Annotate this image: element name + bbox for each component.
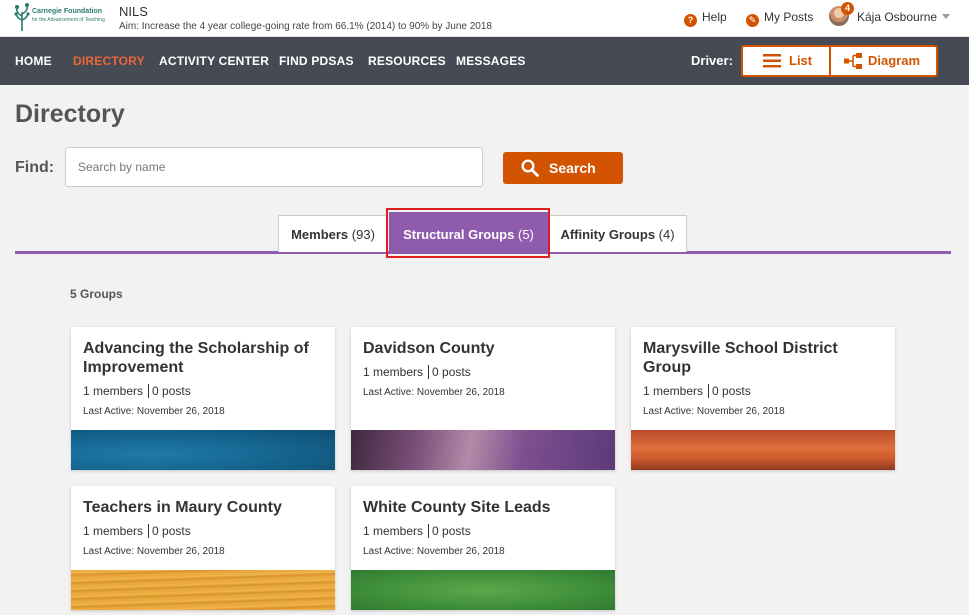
search-button[interactable]: Search bbox=[503, 152, 623, 184]
group-posts: 0 posts bbox=[432, 365, 471, 379]
page-title: Directory bbox=[15, 100, 125, 128]
help-icon: ? bbox=[684, 14, 697, 27]
app-name: NILS bbox=[119, 4, 148, 19]
list-view-button[interactable]: List bbox=[743, 47, 831, 75]
group-stats: 1 members 0 posts bbox=[83, 524, 191, 538]
diagram-view-label: Diagram bbox=[868, 53, 921, 68]
help-link[interactable]: ? Help bbox=[684, 10, 727, 27]
group-title[interactable]: Marysville School District Group bbox=[643, 339, 887, 377]
list-view-label: List bbox=[789, 53, 813, 68]
tab-members-count: (93) bbox=[351, 227, 375, 242]
group-title[interactable]: White County Site Leads bbox=[363, 498, 607, 517]
search-icon bbox=[521, 159, 539, 177]
group-cover-image bbox=[631, 430, 895, 470]
group-members: 1 members bbox=[643, 384, 704, 398]
chevron-down-icon[interactable] bbox=[942, 14, 950, 19]
my-posts-label: My Posts bbox=[764, 10, 814, 24]
group-last-active: Last Active: November 26, 2018 bbox=[83, 546, 225, 557]
group-members: 1 members bbox=[363, 524, 424, 538]
group-card[interactable]: Davidson County 1 members 0 posts Last Ac… bbox=[351, 327, 615, 470]
main-nav: HOME DIRECTORY ACTIVITY CENTER FIND PDSA… bbox=[0, 37, 969, 85]
group-members: 1 members bbox=[83, 384, 144, 398]
logo-subtitle: for the Advancement of Teaching bbox=[32, 17, 105, 23]
group-card[interactable]: Marysville School District Group 1 membe… bbox=[631, 327, 895, 470]
search-input[interactable] bbox=[65, 147, 483, 187]
nav-item-messages[interactable]: MESSAGES bbox=[456, 54, 526, 68]
list-icon bbox=[763, 54, 781, 68]
group-members: 1 members bbox=[83, 524, 144, 538]
tab-members[interactable]: Members (93) bbox=[278, 215, 388, 252]
tab-affinity-groups[interactable]: Affinity Groups (4) bbox=[548, 215, 687, 252]
group-posts: 0 posts bbox=[432, 524, 471, 538]
group-cover-image bbox=[351, 570, 615, 610]
group-stats: 1 members 0 posts bbox=[643, 384, 751, 398]
group-card[interactable]: White County Site Leads 1 members 0 posts… bbox=[351, 486, 615, 610]
group-card[interactable]: Teachers in Maury County 1 members 0 post… bbox=[71, 486, 335, 610]
my-posts-link[interactable]: ✎ My Posts bbox=[746, 10, 813, 27]
group-cover-image bbox=[71, 570, 335, 610]
diagram-view-button[interactable]: Diagram bbox=[831, 47, 936, 75]
tab-structural-groups[interactable]: Structural Groups (5) bbox=[389, 212, 548, 253]
tab-members-label: Members bbox=[291, 227, 349, 242]
group-card[interactable]: Advancing the Scholarship of Improvement… bbox=[71, 327, 335, 470]
group-last-active: Last Active: November 26, 2018 bbox=[363, 546, 505, 557]
nav-item-home[interactable]: HOME bbox=[15, 54, 52, 68]
group-posts: 0 posts bbox=[712, 384, 751, 398]
search-button-label: Search bbox=[549, 160, 596, 176]
group-last-active: Last Active: November 26, 2018 bbox=[83, 406, 225, 417]
diagram-icon bbox=[844, 53, 862, 69]
nav-item-find-pdsas[interactable]: FIND PDSAS bbox=[279, 54, 354, 68]
notification-badge[interactable]: 4 bbox=[841, 2, 854, 15]
group-title[interactable]: Teachers in Maury County bbox=[83, 498, 327, 517]
group-title[interactable]: Advancing the Scholarship of Improvement bbox=[83, 339, 327, 377]
tab-affinity-groups-count: (4) bbox=[658, 227, 675, 242]
group-posts: 0 posts bbox=[152, 384, 191, 398]
group-stats: 1 members 0 posts bbox=[363, 365, 471, 379]
tab-affinity-groups-label: Affinity Groups bbox=[560, 227, 656, 242]
group-stats: 1 members 0 posts bbox=[363, 524, 471, 538]
group-cover-image bbox=[351, 430, 615, 470]
tree-icon bbox=[14, 3, 30, 31]
find-label: Find: bbox=[15, 159, 55, 176]
nav-item-resources[interactable]: RESOURCES bbox=[368, 54, 446, 68]
aim-statement: Aim: Increase the 4 year college-going r… bbox=[119, 21, 492, 32]
logo-text: Carnegie Foundation bbox=[32, 8, 102, 15]
group-last-active: Last Active: November 26, 2018 bbox=[363, 387, 505, 398]
driver-label: Driver: bbox=[691, 53, 733, 68]
group-posts: 0 posts bbox=[152, 524, 191, 538]
nav-item-directory[interactable]: DIRECTORY bbox=[73, 54, 145, 68]
help-label: Help bbox=[702, 10, 727, 24]
group-members: 1 members bbox=[363, 365, 424, 379]
nav-item-activity-center[interactable]: ACTIVITY CENTER bbox=[159, 54, 269, 68]
driver-view-toggle: List Diagram bbox=[741, 45, 938, 77]
groups-count: 5 Groups bbox=[70, 287, 123, 301]
user-name[interactable]: Kája Osbourne bbox=[857, 10, 937, 24]
pencil-icon: ✎ bbox=[746, 14, 759, 27]
group-cover-image bbox=[71, 430, 335, 470]
tab-structural-groups-label: Structural Groups bbox=[403, 227, 515, 242]
group-title[interactable]: Davidson County bbox=[363, 339, 607, 358]
group-stats: 1 members 0 posts bbox=[83, 384, 191, 398]
tab-structural-groups-count: (5) bbox=[517, 227, 534, 242]
carnegie-logo[interactable]: Carnegie Foundation for the Advancement … bbox=[14, 2, 114, 34]
group-last-active: Last Active: November 26, 2018 bbox=[643, 406, 785, 417]
top-bar: Carnegie Foundation for the Advancement … bbox=[0, 0, 969, 37]
